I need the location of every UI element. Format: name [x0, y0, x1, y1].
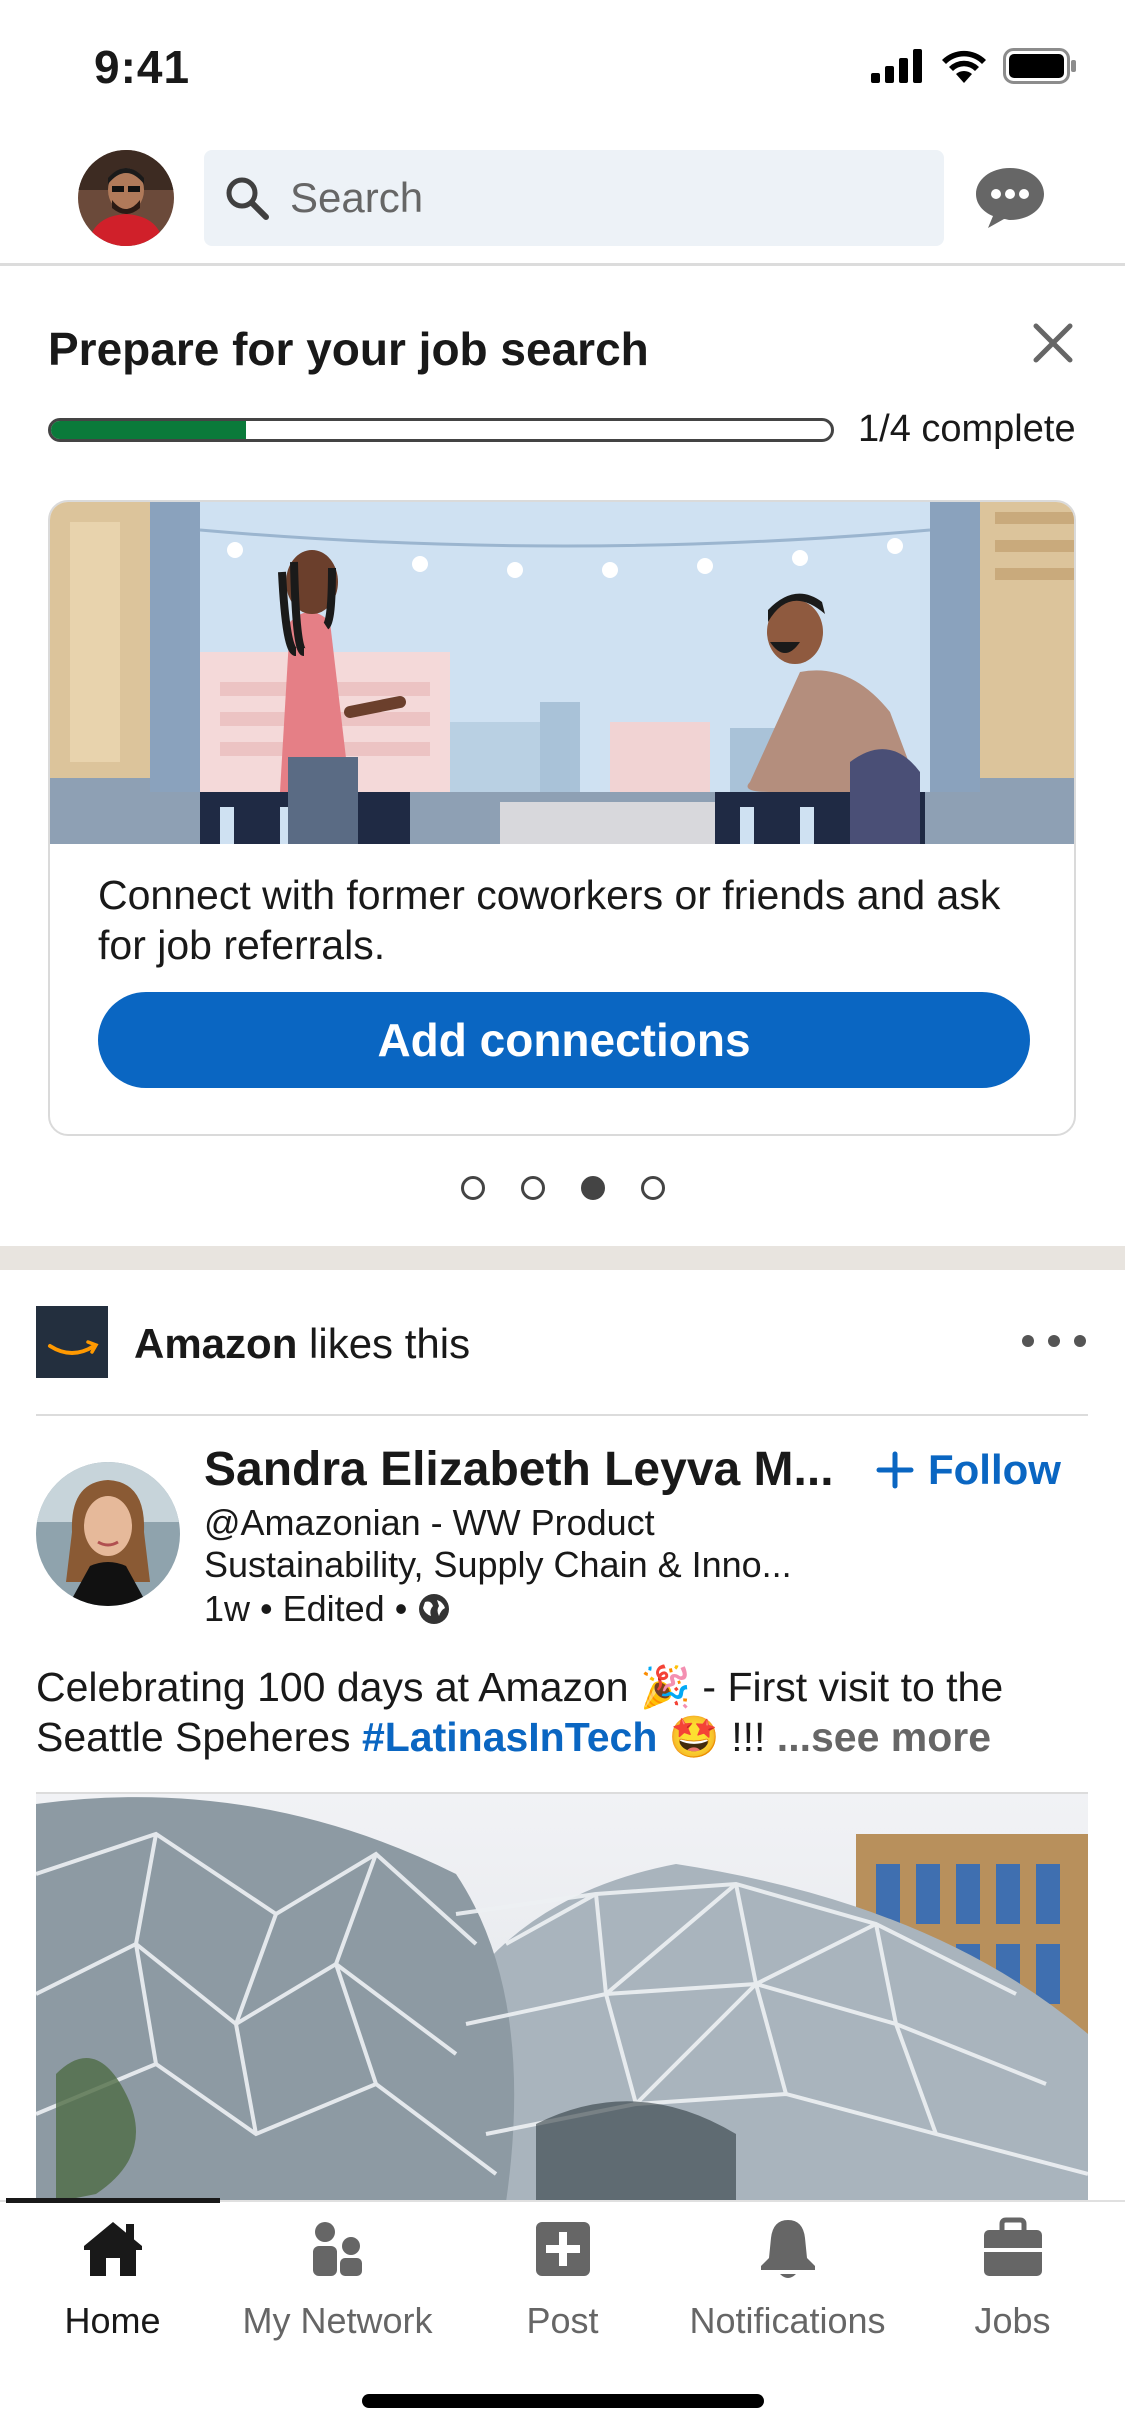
follow-button[interactable]: Follow: [876, 1446, 1061, 1494]
post-text-part2: 🤩 !!!: [657, 1714, 777, 1760]
search-input[interactable]: [290, 174, 890, 222]
nav-label-jobs: Jobs: [974, 2300, 1051, 2341]
nav-my-network[interactable]: My Network: [225, 2216, 450, 2366]
post-meta: 1w • Edited •: [204, 1588, 451, 1630]
status-icons: [871, 48, 1077, 84]
feed-divider: [0, 1246, 1125, 1270]
status-time: 9:41: [94, 41, 191, 93]
briefcase-icon: [983, 2217, 1042, 2276]
liking-company[interactable]: Amazon: [134, 1320, 297, 1367]
post-icon: [535, 2222, 590, 2276]
nav-jobs[interactable]: Jobs: [900, 2216, 1125, 2366]
author-name[interactable]: Sandra Elizabeth Leyva M...: [204, 1442, 844, 1497]
progress-fill: [51, 421, 246, 439]
post-timestamp: 1w • Edited •: [204, 1588, 408, 1629]
see-more-link[interactable]: ...see more: [777, 1714, 991, 1760]
nav-label-notifications: Notifications: [689, 2300, 886, 2341]
carousel-dot[interactable]: [640, 1176, 665, 1200]
search-icon: [226, 177, 269, 220]
active-tab-indicator: [6, 2198, 220, 2203]
status-bar: 9:41: [0, 0, 1125, 130]
my-network-icon: [312, 2222, 362, 2276]
likes-suffix: likes this: [297, 1320, 471, 1367]
progress-bar: [48, 418, 834, 442]
add-connections-button[interactable]: Add connections: [98, 992, 1030, 1088]
nav-label-post: Post: [526, 2300, 599, 2341]
post-image[interactable]: [36, 1792, 1088, 2200]
close-icon[interactable]: [1030, 320, 1076, 366]
plus-icon: [876, 1451, 914, 1489]
carousel-dot[interactable]: [520, 1176, 545, 1200]
networking-illustration: [50, 502, 1074, 844]
nav-notifications[interactable]: Notifications: [675, 2216, 900, 2366]
search-bar[interactable]: [204, 150, 944, 246]
card-description: Connect with former coworkers or friends…: [98, 872, 1001, 968]
nav-post[interactable]: Post: [450, 2216, 675, 2366]
more-options-icon[interactable]: [1020, 1326, 1088, 1356]
post-header-divider: [36, 1414, 1088, 1416]
top-header: [0, 140, 1125, 266]
carousel-dot[interactable]: [460, 1176, 485, 1200]
profile-avatar[interactable]: [78, 150, 174, 246]
author-headline: @Amazonian - WW Product Sustainability, …: [204, 1502, 792, 1585]
signal-icon: [871, 49, 922, 83]
bell-icon: [760, 2220, 815, 2278]
nav-label-my-network: My Network: [242, 2300, 433, 2341]
hashtag-link[interactable]: #LatinasInTech: [362, 1714, 657, 1760]
home-indicator: [362, 2394, 764, 2408]
home-icon: [83, 2222, 142, 2276]
messaging-icon[interactable]: [974, 166, 1046, 230]
job-tip-card: Connect with former coworkers or friends…: [48, 500, 1076, 1136]
author-avatar[interactable]: [36, 1462, 180, 1606]
carousel-indicator: [0, 1176, 1125, 1200]
battery-icon: [1003, 48, 1076, 84]
wifi-icon: [942, 50, 986, 83]
section-title: Prepare for your job search: [48, 323, 649, 375]
post-body: Celebrating 100 days at Amazon 🎉 - First…: [36, 1662, 1096, 1762]
social-context-text: Amazon likes this: [134, 1320, 470, 1368]
amazon-logo[interactable]: [36, 1306, 108, 1378]
job-search-prep-section: Prepare for your job search 1/4 complete: [0, 270, 1125, 1246]
social-context-row: Amazon likes this: [36, 1306, 1088, 1382]
follow-label: Follow: [928, 1446, 1061, 1493]
progress-label: 1/4 complete: [858, 408, 1076, 450]
nav-home[interactable]: Home: [0, 2216, 225, 2366]
feed-post: Amazon likes this Sandra Elizabeth Leyva…: [0, 1270, 1125, 2200]
carousel-dot[interactable]: [580, 1176, 605, 1200]
nav-label-home: Home: [64, 2300, 161, 2341]
globe-icon: [419, 1594, 450, 1624]
